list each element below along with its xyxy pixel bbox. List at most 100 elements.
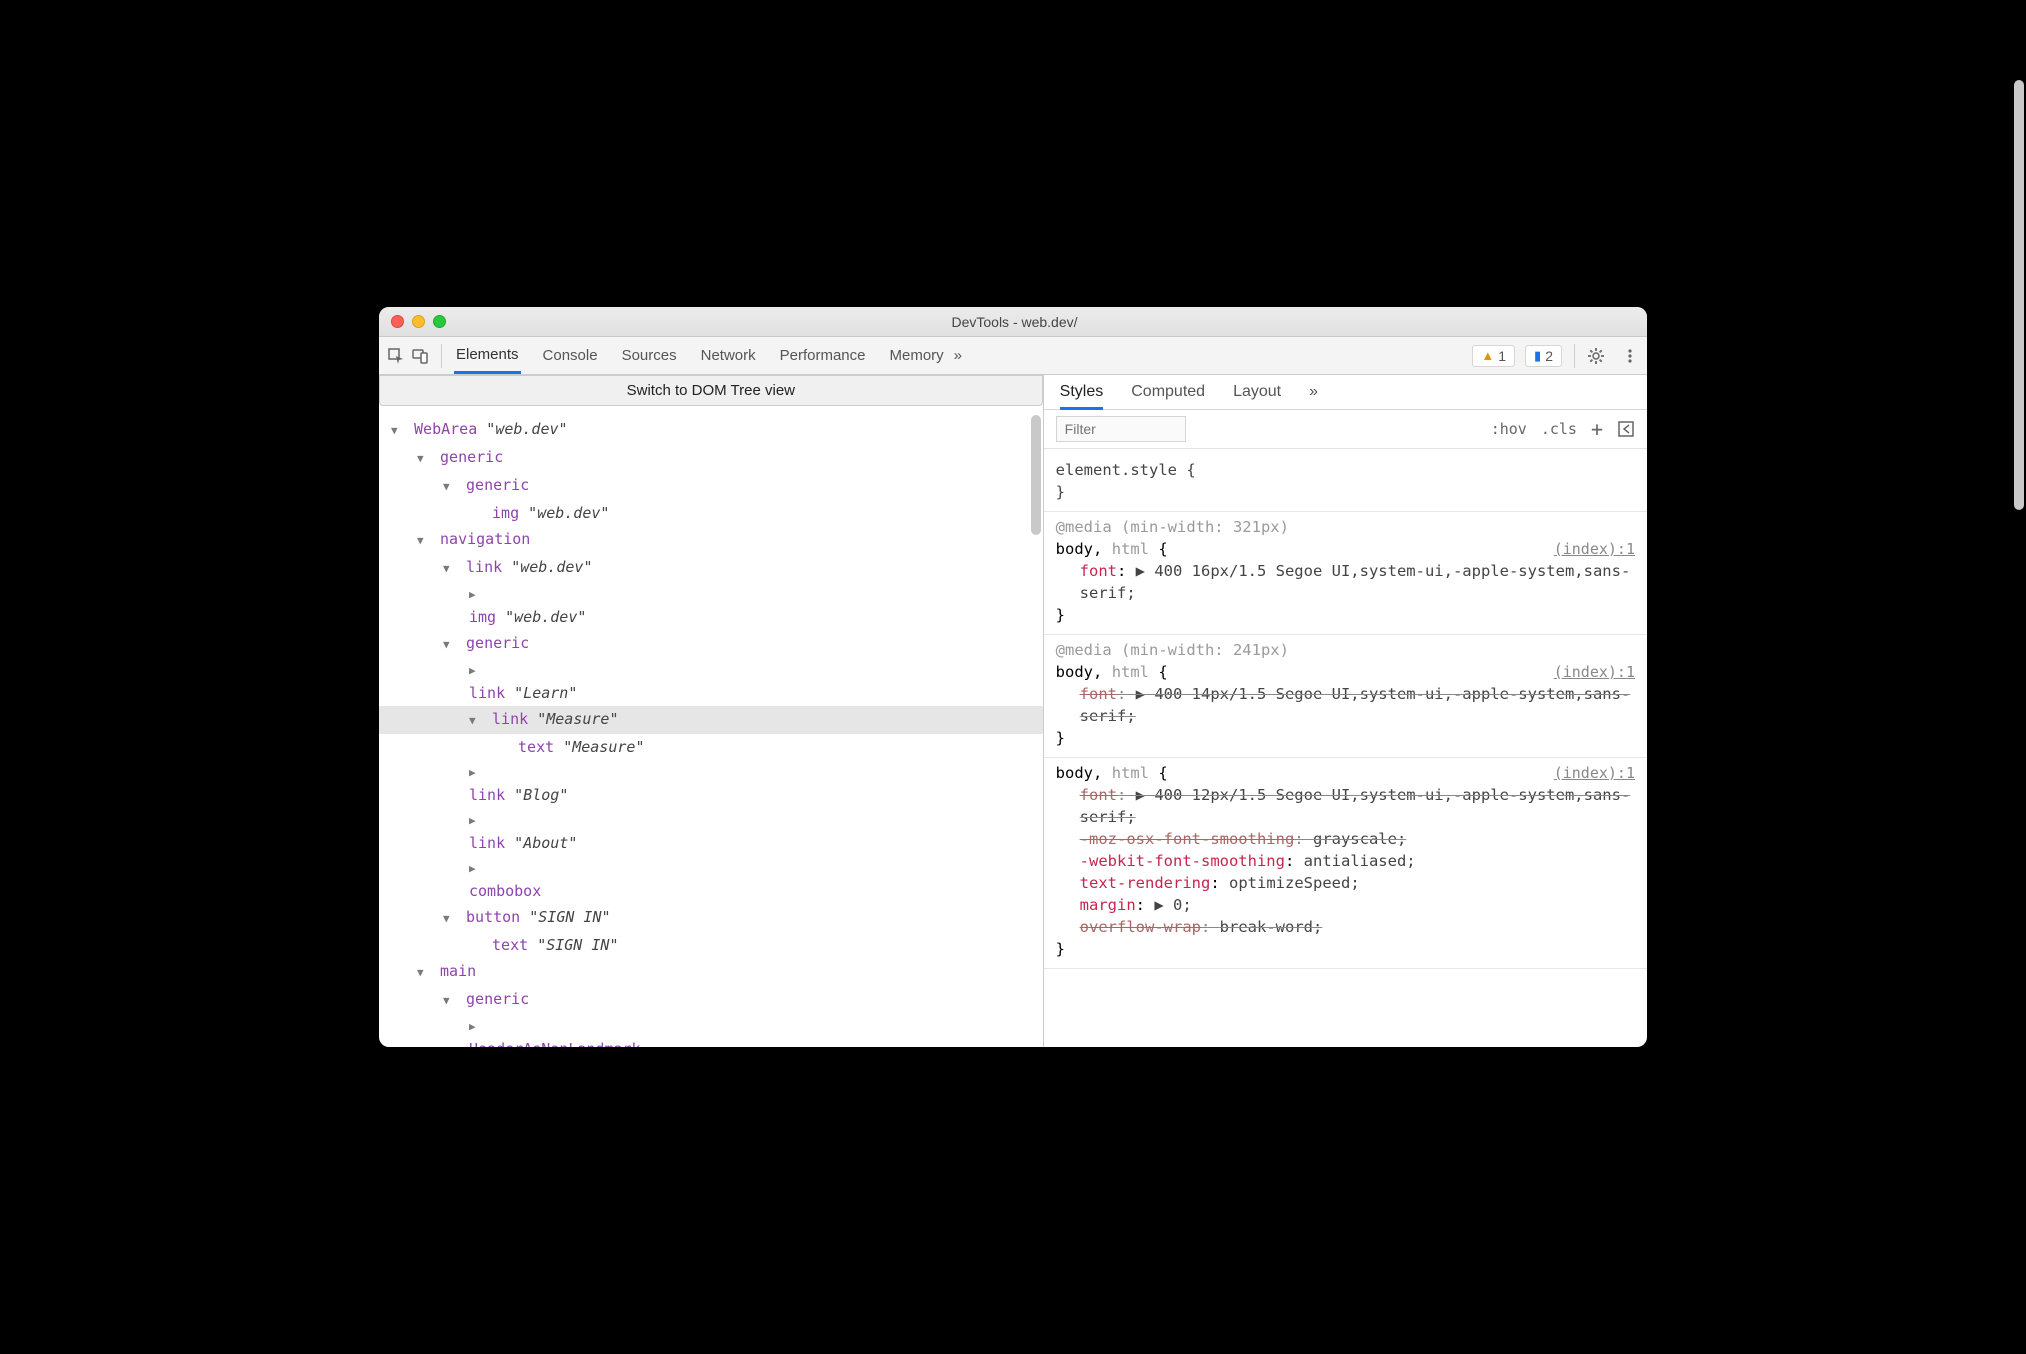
- tree-row[interactable]: text "SIGN IN": [379, 932, 1043, 958]
- expand-arrow-icon[interactable]: [469, 810, 483, 832]
- ax-role: generic: [466, 634, 529, 652]
- warnings-badge[interactable]: ▲ 1: [1472, 345, 1515, 367]
- tabs-more-icon[interactable]: »: [952, 339, 964, 372]
- expand-arrow-icon[interactable]: [417, 962, 431, 984]
- expand-arrow-icon[interactable]: [443, 908, 457, 930]
- tree-row[interactable]: WebArea "web.dev": [379, 416, 1043, 444]
- ax-name: SIGN IN: [546, 936, 609, 954]
- source-link[interactable]: (index):1: [1554, 762, 1635, 784]
- left-scrollbar[interactable]: [1031, 415, 1041, 535]
- tab-sources[interactable]: Sources: [620, 339, 679, 372]
- expand-arrow-icon[interactable]: [469, 710, 483, 732]
- tree-row[interactable]: generic: [379, 444, 1043, 472]
- tab-elements[interactable]: Elements: [454, 338, 521, 374]
- tab-console[interactable]: Console: [541, 339, 600, 372]
- style-rule[interactable]: @media (min-width: 241px)(index):1body, …: [1044, 635, 1647, 758]
- sidebar-tabs: Styles Computed Layout »: [1044, 375, 1647, 410]
- ax-role: link: [469, 834, 505, 852]
- expand-arrow-icon[interactable]: [469, 660, 483, 682]
- css-property: text-rendering: [1080, 874, 1211, 892]
- tree-row[interactable]: link "web.dev": [379, 554, 1043, 582]
- tree-row[interactable]: text "Measure": [379, 734, 1043, 760]
- tree-row[interactable]: main: [379, 958, 1043, 986]
- expand-arrow-icon[interactable]: [443, 634, 457, 656]
- hov-toggle[interactable]: :hov: [1491, 420, 1527, 438]
- toggle-computed-icon[interactable]: [1617, 420, 1635, 438]
- new-style-rule-icon[interactable]: +: [1591, 417, 1603, 441]
- css-declaration[interactable]: font: ▶ 400 12px/1.5 Segoe UI,system-ui,…: [1056, 784, 1635, 828]
- tree-row[interactable]: button "SIGN IN": [379, 904, 1043, 932]
- tree-row[interactable]: navigation: [379, 526, 1043, 554]
- css-property: margin: [1080, 896, 1136, 914]
- content-area: Switch to DOM Tree view WebArea "web.dev…: [379, 375, 1647, 1047]
- tree-row[interactable]: img "web.dev": [379, 582, 1043, 630]
- ax-name: Measure: [572, 738, 635, 756]
- tree-row[interactable]: combobox: [379, 856, 1043, 904]
- tab-network[interactable]: Network: [699, 339, 758, 372]
- minimize-icon[interactable]: [412, 315, 425, 328]
- source-link[interactable]: (index):1: [1554, 661, 1635, 683]
- selector: body,: [1056, 764, 1103, 782]
- ax-role: combobox: [469, 882, 541, 900]
- style-rule[interactable]: (index):1body, html {font: ▶ 400 12px/1.…: [1044, 758, 1647, 969]
- device-toggle-icon[interactable]: [411, 347, 429, 365]
- ax-role: link: [469, 684, 505, 702]
- tree-row[interactable]: generic: [379, 630, 1043, 658]
- css-value: ▶ 0;: [1154, 896, 1191, 914]
- expand-arrow-icon[interactable]: [469, 858, 483, 880]
- tree-row[interactable]: img "web.dev": [379, 500, 1043, 526]
- messages-badge[interactable]: ▮ 2: [1525, 345, 1562, 367]
- css-value: break-word;: [1220, 918, 1323, 936]
- styles-pane[interactable]: element.style {}@media (min-width: 321px…: [1044, 449, 1647, 1047]
- accessibility-tree[interactable]: WebArea "web.dev" generic generic img "w…: [379, 412, 1043, 1047]
- selector: body,: [1056, 663, 1103, 681]
- ax-role: text: [518, 738, 554, 756]
- tree-row[interactable]: generic: [379, 986, 1043, 1014]
- source-link[interactable]: (index):1: [1554, 538, 1635, 560]
- tab-memory[interactable]: Memory: [888, 339, 946, 372]
- tab-performance[interactable]: Performance: [778, 339, 868, 372]
- css-declaration[interactable]: text-rendering: optimizeSpeed;: [1056, 872, 1635, 894]
- style-rule[interactable]: @media (min-width: 321px)(index):1body, …: [1044, 512, 1647, 635]
- expand-arrow-icon[interactable]: [417, 448, 431, 470]
- expand-arrow-icon[interactable]: [443, 990, 457, 1012]
- messages-count: 2: [1545, 348, 1553, 364]
- css-declaration[interactable]: -webkit-font-smoothing: antialiased;: [1056, 850, 1635, 872]
- styles-filter-input[interactable]: [1056, 416, 1186, 442]
- css-declaration[interactable]: overflow-wrap: break-word;: [1056, 916, 1635, 938]
- expand-arrow-icon[interactable]: [417, 530, 431, 552]
- css-declaration[interactable]: font: ▶ 400 14px/1.5 Segoe UI,system-ui,…: [1056, 683, 1635, 727]
- expand-arrow-icon[interactable]: [443, 558, 457, 580]
- close-icon[interactable]: [391, 315, 404, 328]
- css-declaration[interactable]: margin: ▶ 0;: [1056, 894, 1635, 916]
- expand-arrow-icon[interactable]: [469, 762, 483, 784]
- tab-computed[interactable]: Computed: [1131, 383, 1205, 401]
- kebab-menu-icon[interactable]: [1621, 347, 1639, 365]
- tab-styles[interactable]: Styles: [1060, 383, 1104, 410]
- tree-row[interactable]: link "Blog": [379, 760, 1043, 808]
- ax-name: About: [523, 834, 568, 852]
- element-style-selector[interactable]: element.style {: [1056, 459, 1635, 481]
- settings-icon[interactable]: [1587, 347, 1605, 365]
- expand-arrow-icon[interactable]: [469, 1016, 483, 1038]
- tab-layout[interactable]: Layout: [1233, 383, 1281, 401]
- css-declaration[interactable]: -moz-osx-font-smoothing: grayscale;: [1056, 828, 1635, 850]
- ax-role: img: [492, 504, 519, 522]
- tree-row[interactable]: generic: [379, 472, 1043, 500]
- css-declaration[interactable]: font: ▶ 400 16px/1.5 Segoe UI,system-ui,…: [1056, 560, 1635, 604]
- expand-arrow-icon[interactable]: [443, 476, 457, 498]
- devtools-window: DevTools - web.dev/ ElementsConsoleSourc…: [379, 307, 1647, 1047]
- css-value: antialiased;: [1304, 852, 1416, 870]
- switch-dom-tree-button[interactable]: Switch to DOM Tree view: [379, 375, 1043, 406]
- tree-row[interactable]: link "About": [379, 808, 1043, 856]
- tree-row[interactable]: link "Learn": [379, 658, 1043, 706]
- zoom-icon[interactable]: [433, 315, 446, 328]
- inspect-icon[interactable]: [387, 347, 405, 365]
- tree-row[interactable]: HeaderAsNonLandmark: [379, 1014, 1043, 1047]
- expand-arrow-icon[interactable]: [391, 420, 405, 442]
- css-value: ▶ 400 12px/1.5 Segoe UI,system-ui,-apple…: [1080, 786, 1631, 826]
- cls-toggle[interactable]: .cls: [1541, 420, 1577, 438]
- expand-arrow-icon[interactable]: [469, 584, 483, 606]
- tree-row[interactable]: link "Measure": [379, 706, 1043, 734]
- sidebar-more-icon[interactable]: »: [1309, 383, 1318, 401]
